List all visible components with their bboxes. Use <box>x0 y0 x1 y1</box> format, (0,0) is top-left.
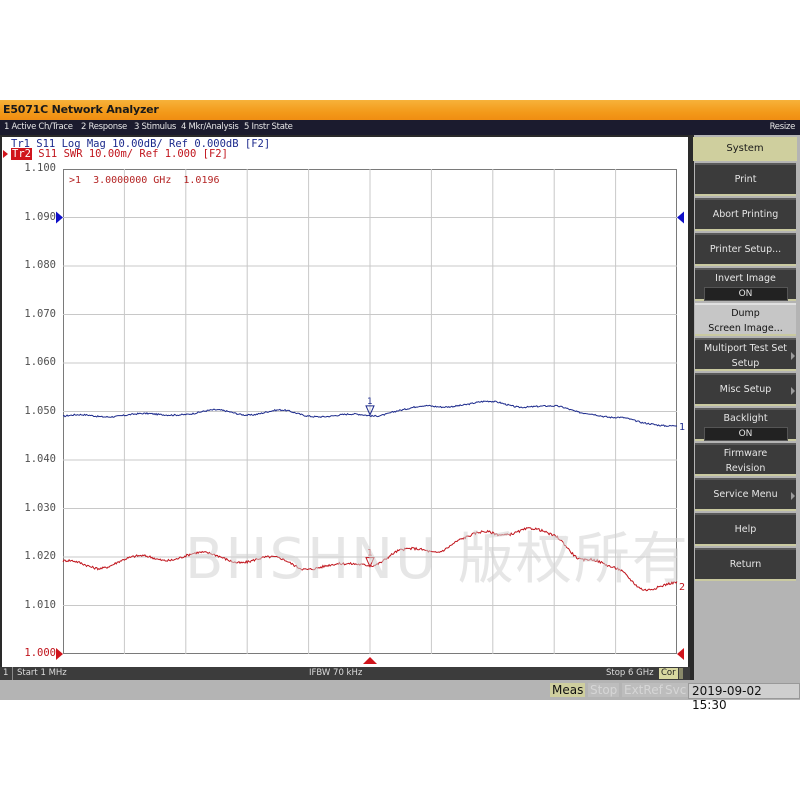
menu-active-ch-trace[interactable]: 1 Active Ch/Trace <box>4 122 73 132</box>
menu-stimulus[interactable]: 3 Stimulus <box>134 122 176 132</box>
channel-status-bar: 1 Start 1 MHz IFBW 70 kHz Stop 6 GHz Cor <box>0 667 690 680</box>
menu-mkr-analysis[interactable]: 4 Mkr/Analysis <box>181 122 239 132</box>
stop-indicator: Stop <box>588 683 620 697</box>
channel-number: 1 <box>3 668 9 678</box>
invert-image-label: Invert Image <box>715 273 776 284</box>
help-button[interactable]: Help <box>695 513 796 546</box>
trace-plot[interactable]: 1 2 1 1 <box>56 169 685 669</box>
softkey-menu-title: System <box>693 137 797 161</box>
menu-bar: 1 Active Ch/Trace 2 Response 3 Stimulus … <box>0 120 800 135</box>
y-tick-label: 1.090 <box>24 210 56 223</box>
printer-setup-button[interactable]: Printer Setup... <box>695 233 796 266</box>
misc-setup-button[interactable]: Misc Setup <box>695 373 796 406</box>
return-button[interactable]: Return <box>695 548 796 581</box>
misc-setup-label: Misc Setup <box>719 384 772 395</box>
trace-2-settings: S11 SWR 10.00m/ Ref 1.000 [F2] <box>31 148 228 160</box>
dump-label: Dump <box>731 308 760 319</box>
channel-window[interactable]: Tr1 S11 Log Mag 10.00dB/ Ref 0.000dB [F2… <box>2 137 688 667</box>
marker-1-label: 1 <box>367 549 372 559</box>
instrument-status-bar: Meas Stop ExtRef Svc 2019-09-02 15:30 <box>0 680 800 712</box>
multiport-test-set-setup-button[interactable]: Multiport Test Set Setup <box>695 338 796 371</box>
status-indicator <box>679 668 683 679</box>
screen-image-label: Screen Image... <box>708 323 783 334</box>
trace-2-header[interactable]: Tr2 S11 SWR 10.00m/ Ref 1.000 [F2] <box>3 148 228 160</box>
print-label: Print <box>734 174 757 185</box>
svc-indicator: Svc <box>663 683 689 697</box>
submenu-arrow-icon <box>791 492 795 500</box>
invert-image-toggle[interactable]: Invert Image ON <box>695 268 796 301</box>
dump-screen-image-button[interactable]: Dump Screen Image... <box>695 303 796 336</box>
y-tick-label: 1.080 <box>24 259 56 271</box>
multiport-setup-label: Setup <box>731 358 760 369</box>
y-tick-label: 1.040 <box>24 453 56 465</box>
firmware-revision-button[interactable]: Firmware Revision <box>695 443 796 476</box>
start-frequency[interactable]: Start 1 MHz <box>17 668 67 678</box>
trace-2-id: Tr2 <box>11 148 32 160</box>
backlight-value: ON <box>703 427 788 441</box>
date-time: 2019-09-02 15:30 <box>688 683 800 712</box>
status-separator <box>12 667 13 680</box>
submenu-arrow-icon <box>791 352 795 360</box>
ifbw-value[interactable]: IFBW 70 kHz <box>309 668 362 678</box>
printer-setup-label: Printer Setup... <box>709 244 782 255</box>
extref-indicator: ExtRef <box>622 683 665 697</box>
marker-readout: >1 3.0000000 GHz 1.0196 <box>69 175 220 186</box>
softkey-panel: System Print Abort Printing Printer Setu… <box>690 135 800 680</box>
backlight-label: Backlight <box>723 413 768 424</box>
window-title: E5071C Network Analyzer <box>3 103 159 116</box>
y-tick-label: 1.010 <box>24 598 56 611</box>
revision-label: Revision <box>725 463 766 474</box>
stop-frequency[interactable]: Stop 6 GHz <box>606 668 654 678</box>
measurement-screen: Tr1 S11 Log Mag 10.00dB/ Ref 0.000dB [F2… <box>0 135 690 680</box>
tr1-ref-right-arrow-icon <box>677 211 684 224</box>
firmware-label: Firmware <box>723 448 768 459</box>
stimulus-marker-arrow-icon <box>363 657 377 664</box>
abort-printing-label: Abort Printing <box>712 209 779 220</box>
trace-end-label: 1 <box>679 422 685 433</box>
meas-indicator: Meas <box>550 683 586 697</box>
return-label: Return <box>729 559 762 570</box>
y-tick-label: 1.000 <box>24 647 56 659</box>
y-tick-label: 1.050 <box>24 404 56 417</box>
active-trace-arrow-icon <box>3 150 8 158</box>
y-tick-label: 1.060 <box>24 356 56 368</box>
softkey-scrollbar[interactable] <box>690 135 694 680</box>
tr2-ref-left-arrow-icon <box>56 648 63 660</box>
submenu-arrow-icon <box>791 387 795 395</box>
title-bar: E5071C Network Analyzer <box>0 100 800 120</box>
service-menu-button[interactable]: Service Menu <box>695 478 796 511</box>
y-tick-label: 1.100 <box>24 162 56 174</box>
trace-end-label: 2 <box>679 582 685 593</box>
print-button[interactable]: Print <box>695 163 796 196</box>
service-menu-label: Service Menu <box>713 489 778 500</box>
correction-badge: Cor <box>659 668 678 679</box>
menu-instr-state[interactable]: 5 Instr State <box>244 122 293 132</box>
network-analyzer-app: E5071C Network Analyzer 1 Active Ch/Trac… <box>0 100 800 712</box>
resize-button[interactable]: Resize <box>770 122 796 132</box>
tr2-ref-right-arrow-icon <box>677 648 684 660</box>
help-label: Help <box>734 524 757 535</box>
y-tick-label: 1.030 <box>24 501 56 514</box>
menu-response[interactable]: 2 Response <box>81 122 127 132</box>
tr1-ref-left-arrow-icon <box>56 211 63 224</box>
multiport-label: Multiport Test Set <box>703 343 788 354</box>
abort-printing-button[interactable]: Abort Printing <box>695 198 796 231</box>
invert-image-value: ON <box>703 287 788 301</box>
marker-1-label: 1 <box>367 397 372 407</box>
backlight-toggle[interactable]: Backlight ON <box>695 408 796 441</box>
y-tick-label: 1.070 <box>24 307 56 320</box>
y-tick-label: 1.020 <box>24 550 56 562</box>
